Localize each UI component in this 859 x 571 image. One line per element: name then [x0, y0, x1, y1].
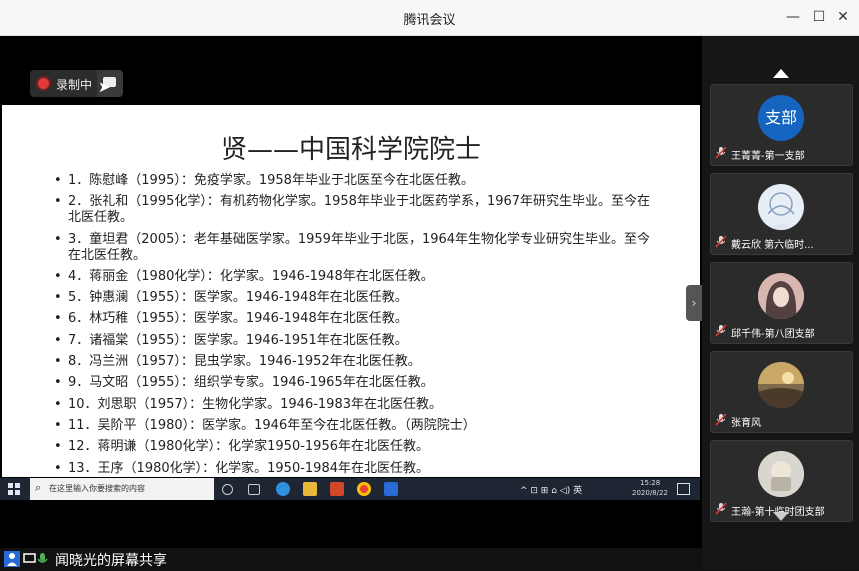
mic-muted-icon [715, 146, 727, 159]
presentation-slide: 贤——中国科学院院士 1．陈慰峰（1995）：免疫学家。1958年毕业于北医至今… [2, 105, 700, 477]
list-item: 1．陈慰峰（1995）：免疫学家。1958年毕业于北医至今在北医任教。 [54, 173, 654, 189]
scroll-down-icon[interactable] [773, 512, 789, 521]
avatar [758, 273, 804, 319]
mic-muted-icon [715, 235, 727, 248]
avatar [758, 362, 804, 408]
avatar-text: 支部 [764, 108, 797, 127]
avatar [758, 184, 804, 230]
notification-icon[interactable] [677, 483, 690, 495]
windows-start-icon[interactable] [8, 483, 20, 495]
windows-taskbar: ⌕ 在这里输入你要搜索的内容 ^ ⊡ ⊞ ⌂ ◁) 英 15:28 2020/8… [0, 478, 700, 500]
participant-name: 张育风 [731, 418, 761, 429]
recording-label: 录制中 [56, 78, 93, 92]
mic-muted-icon [715, 413, 727, 426]
participant-tile[interactable]: 张育风 [710, 351, 853, 433]
scroll-up-icon[interactable] [773, 69, 789, 78]
participant-tile[interactable]: 戴云欣 第六临时... [710, 173, 853, 255]
participant-tile[interactable]: 支部 王菁菁-第一支部 [710, 84, 853, 166]
list-item: 12．蒋明谦（1980化学）：化学家1950-1956年在北医任教。 [54, 439, 654, 455]
mic-muted-icon [715, 502, 727, 515]
meeting-app-icon[interactable] [384, 482, 398, 496]
chrome-icon[interactable] [357, 482, 371, 496]
collapse-panel-button[interactable]: › [686, 285, 702, 321]
list-item: 2．张礼和（1995化学）：有机药物化学家。1958年毕业于北医药学系，1967… [54, 194, 654, 226]
list-item: 13．王序（1980化学）：化学家。1950-1984年在北医任教。 [54, 461, 654, 477]
participants-panel: 支部 王菁菁-第一支部 戴云欣 第六临时... 邱千伟-第八团支部 张育风 王瀚… [702, 36, 859, 570]
minimize-button[interactable]: — [782, 6, 804, 28]
list-item: 6．林巧稚（1955）：医学家。1946-1948年在北医任教。 [54, 311, 654, 327]
close-button[interactable]: ✕ [832, 6, 854, 28]
file-explorer-icon[interactable] [303, 482, 317, 496]
system-tray[interactable]: ^ ⊡ ⊞ ⌂ ◁) 英 [520, 483, 582, 496]
list-item: 9．马文昭（1955）：组织学专家。1946-1965年在北医任教。 [54, 375, 654, 391]
sharer-status-icons [4, 551, 54, 571]
list-item: 3．童坦君（2005）：老年基础医学家。1959年毕业于北医，1964年生物化学… [54, 232, 654, 264]
avatar: 支部 [758, 95, 804, 141]
search-icon: ⌕ [35, 481, 42, 494]
list-item: 11．吴阶平（1980）：医学家。1946年至今在北医任教。（两院院士） [54, 418, 654, 434]
sharer-bar: 闻晓光的屏幕共享 [0, 548, 702, 570]
participant-name: 戴云欣 第六临时... [731, 240, 814, 251]
clock-time: 15:28 [640, 479, 661, 487]
list-item: 7．诸福棠（1955）：医学家。1946-1951年在北医任教。 [54, 333, 654, 349]
participant-name: 王菁菁-第一支部 [731, 151, 805, 162]
participant-name: 邱千伟-第八团支部 [731, 329, 815, 340]
clock-date: 2020/8/22 [632, 489, 668, 497]
participant-tile[interactable]: 王瀚-第十临时团支部 [710, 440, 853, 522]
mouse-cursor-icon: ➤ [98, 78, 111, 96]
avatar [758, 451, 804, 497]
slide-list: 1．陈慰峰（1995）：免疫学家。1958年毕业于北医至今在北医任教。 2．张礼… [54, 173, 654, 477]
maximize-button[interactable]: ☐ [808, 6, 830, 28]
list-item: 4．蒋丽金（1980化学）：化学家。1946-1948年在北医任教。 [54, 269, 654, 285]
powerpoint-icon[interactable] [330, 482, 344, 496]
title-bar: 腾讯会议 — ☐ ✕ [0, 0, 859, 36]
app-title: 腾讯会议 [403, 13, 456, 28]
screen-share-label: 闻晓光的屏幕共享 [55, 553, 167, 569]
list-item: 5．钟惠澜（1955）：医学家。1946-1948年在北医任教。 [54, 290, 654, 306]
participant-tile[interactable]: 邱千伟-第八团支部 [710, 262, 853, 344]
edge-browser-icon[interactable] [276, 482, 290, 496]
list-item: 10．刘思职（1957）：生物化学家。1946-1983年在北医任教。 [54, 397, 654, 413]
record-dot-icon [38, 78, 49, 89]
mic-muted-icon [715, 324, 727, 337]
slide-title: 贤——中国科学院院士 [220, 135, 481, 165]
app-switch-icon[interactable] [248, 484, 260, 495]
search-placeholder: 在这里输入你要搜索的内容 [49, 484, 145, 493]
taskbar-search-input[interactable]: ⌕ 在这里输入你要搜索的内容 [30, 478, 214, 500]
list-item: 8．冯兰洲（1957）：昆虫学家。1946-1952年在北医任教。 [54, 354, 654, 370]
task-view-icon[interactable] [222, 484, 233, 495]
